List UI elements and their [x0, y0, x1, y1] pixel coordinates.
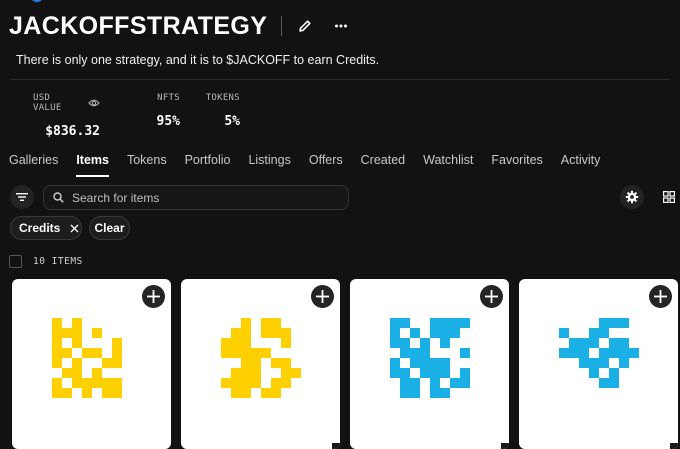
item-card[interactable]	[181, 279, 340, 449]
tab-tokens[interactable]: Tokens	[127, 153, 167, 177]
clear-filters-button[interactable]: Clear	[89, 216, 130, 240]
more-button[interactable]	[330, 15, 352, 37]
item-card[interactable]	[519, 279, 678, 449]
add-to-cart-button[interactable]	[480, 285, 503, 308]
tab-watchlist[interactable]: Watchlist	[423, 153, 473, 177]
tab-portfolio[interactable]: Portfolio	[185, 153, 231, 177]
plus-icon	[654, 290, 667, 303]
stat-label: NFTS	[157, 93, 180, 103]
grid-view-icon	[663, 191, 675, 203]
more-icon	[335, 24, 348, 28]
remove-filter-button[interactable]	[70, 224, 79, 233]
stats-panel: USD VALUE $836.32 NFTS 95% TOKENS 5%	[33, 93, 240, 139]
pencil-icon	[299, 20, 311, 32]
card-corner	[670, 443, 678, 449]
stat-label: TOKENS	[205, 93, 240, 103]
add-to-cart-button[interactable]	[142, 285, 165, 308]
tab-items[interactable]: Items	[76, 153, 109, 177]
brand-dot	[30, 0, 44, 2]
plus-icon	[316, 290, 329, 303]
header: JACKOFFSTRATEGY	[9, 10, 352, 42]
title-divider	[281, 16, 283, 36]
search-box	[43, 185, 349, 210]
tab-favorites[interactable]: Favorites	[491, 153, 542, 177]
grid-view-button[interactable]	[658, 185, 680, 209]
profile-description: There is only one strategy, and it is to…	[16, 53, 380, 67]
select-all-checkbox[interactable]	[9, 255, 22, 268]
tab-galleries[interactable]: Galleries	[9, 153, 58, 177]
gear-icon	[625, 190, 639, 204]
item-card[interactable]	[350, 279, 509, 449]
item-card[interactable]	[12, 279, 171, 449]
eye-icon[interactable]	[88, 98, 100, 108]
card-corner	[332, 443, 340, 449]
edit-button[interactable]	[294, 15, 316, 37]
tab-created[interactable]: Created	[361, 153, 405, 177]
stat-value: $836.32	[45, 124, 100, 139]
filter-icon	[16, 193, 28, 201]
close-icon	[70, 224, 79, 232]
profile-tabs: Galleries Items Tokens Portfolio Listing…	[9, 153, 618, 177]
stat-value: 5%	[224, 114, 240, 129]
filter-chip-credits[interactable]: Credits	[10, 216, 82, 240]
tab-activity[interactable]: Activity	[561, 153, 601, 177]
items-count-row: 10 ITEMS	[9, 255, 83, 268]
stat-label: USD VALUE	[33, 93, 62, 113]
stat-value: 95%	[156, 114, 180, 129]
card-corner	[501, 443, 509, 449]
settings-button[interactable]	[620, 185, 644, 209]
items-count: 10 ITEMS	[33, 256, 83, 267]
add-to-cart-button[interactable]	[649, 285, 672, 308]
tab-listings[interactable]: Listings	[248, 153, 290, 177]
plus-icon	[485, 290, 498, 303]
page-title: JACKOFFSTRATEGY	[9, 11, 268, 40]
add-to-cart-button[interactable]	[311, 285, 334, 308]
stat-nfts: NFTS 95%	[100, 93, 180, 139]
filter-button[interactable]	[10, 185, 34, 209]
search-icon	[53, 192, 64, 203]
chip-label: Credits	[19, 221, 61, 235]
tab-offers[interactable]: Offers	[309, 153, 343, 177]
stat-tokens: TOKENS 5%	[180, 93, 240, 139]
search-input[interactable]	[70, 189, 334, 206]
section-divider	[10, 79, 670, 80]
stat-usd-value: USD VALUE $836.32	[33, 93, 100, 139]
plus-icon	[147, 290, 160, 303]
